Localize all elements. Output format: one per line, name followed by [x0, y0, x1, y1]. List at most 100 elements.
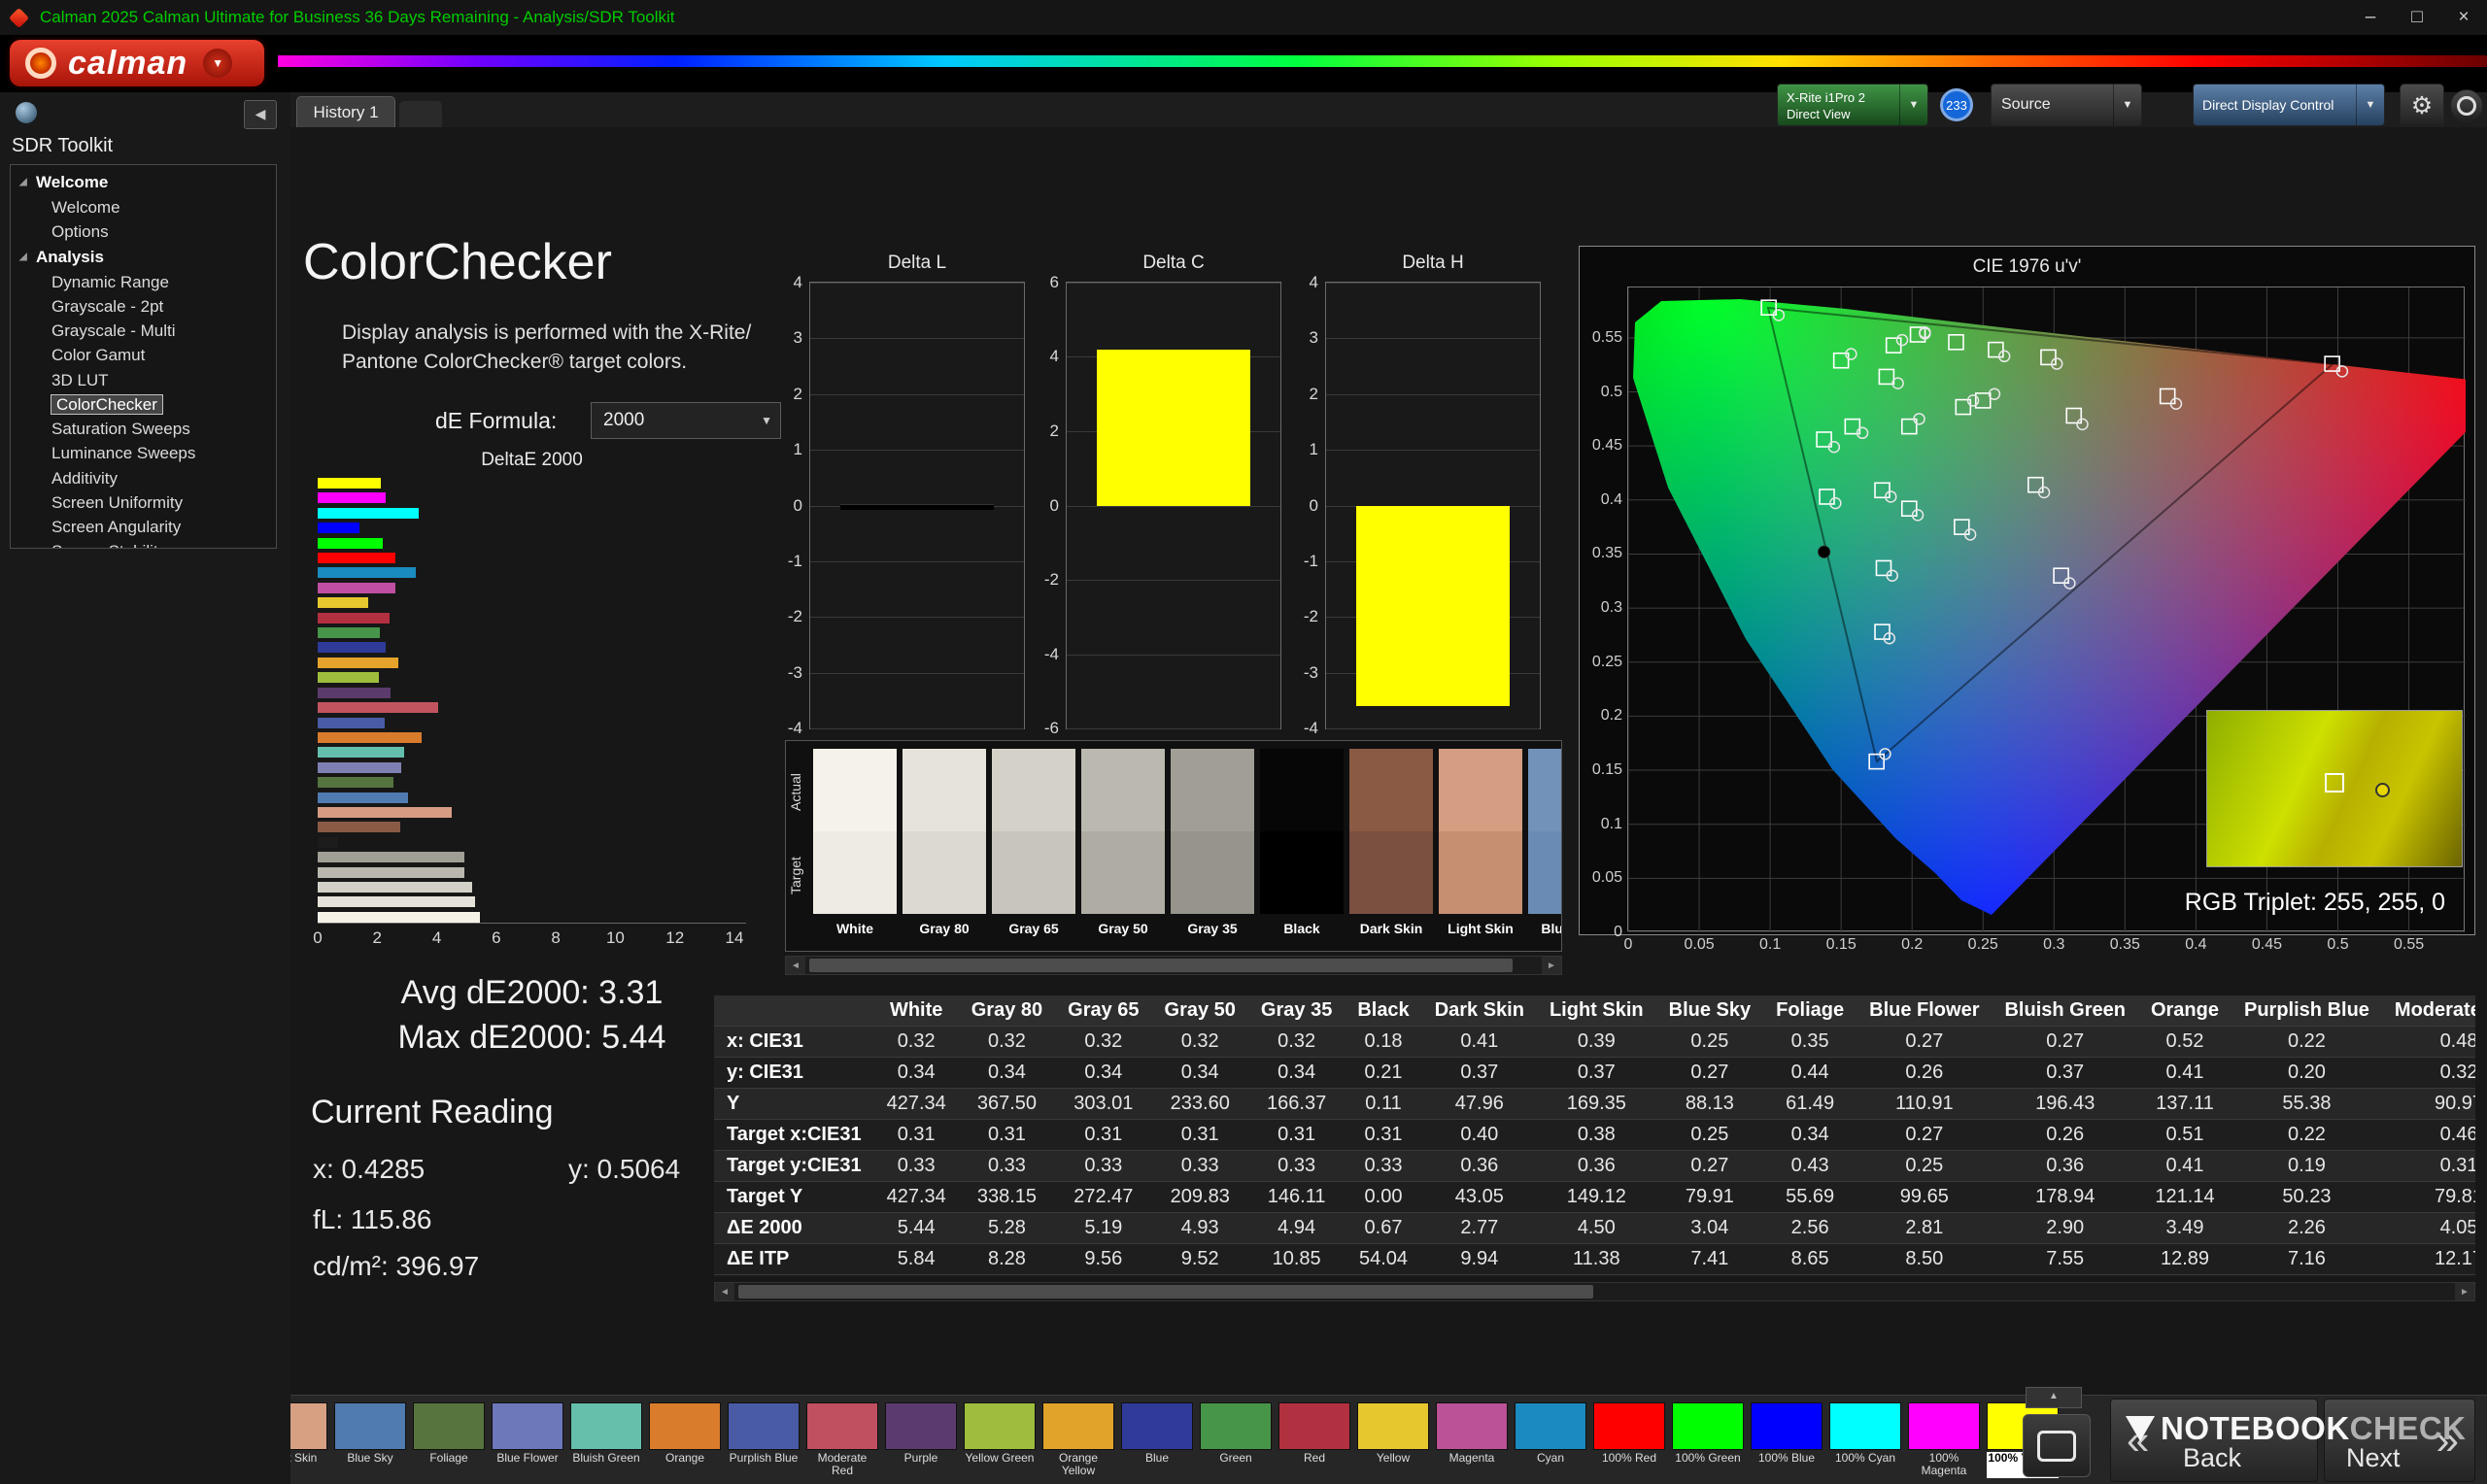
patch-button-red[interactable]: Red: [1278, 1402, 1350, 1478]
sidebar-item-welcome[interactable]: Welcome: [11, 195, 276, 219]
table-cell: 0.19: [2231, 1150, 2382, 1182]
de-formula-select[interactable]: 2000 ▼: [591, 402, 781, 439]
help-button[interactable]: [2450, 89, 2483, 122]
description-line-1: Display analysis is performed with the X…: [342, 321, 752, 344]
meter-count-badge[interactable]: 233: [1940, 88, 1973, 121]
patch-target-swatch: [813, 831, 897, 914]
sidebar-item-options[interactable]: Options: [11, 219, 276, 244]
patch-button-100-cyan[interactable]: 100% Cyan: [1829, 1402, 1901, 1478]
deltae-bar: [318, 672, 379, 684]
tab-history-1[interactable]: History 1: [296, 96, 395, 128]
patch-color: [570, 1402, 642, 1450]
table-cell: 0.32: [873, 1026, 959, 1058]
patch-button-cyan[interactable]: Cyan: [1515, 1402, 1586, 1478]
sidebar-item-colorchecker[interactable]: ColorChecker: [11, 392, 276, 417]
patch-button-purplish-blue[interactable]: Purplish Blue: [728, 1402, 800, 1478]
sidebar-item-dynamic-range[interactable]: Dynamic Range: [11, 270, 276, 294]
table-cell: 0.37: [1992, 1057, 2138, 1089]
patch-button-blue-sky[interactable]: Blue Sky: [334, 1402, 406, 1478]
patch-button-green[interactable]: Green: [1200, 1402, 1272, 1478]
scrollbar-thumb[interactable]: [809, 959, 1513, 972]
patch-button-100-magenta[interactable]: 100% Magenta: [1908, 1402, 1980, 1478]
table-cell: 0.33: [1345, 1150, 1422, 1182]
sidebar-item-grayscale-2pt[interactable]: Grayscale - 2pt: [11, 294, 276, 319]
patch-button-100-blue[interactable]: 100% Blue: [1751, 1402, 1823, 1478]
patch-name: Gray 65: [1008, 921, 1059, 936]
scroll-left-icon[interactable]: ◄: [786, 957, 805, 974]
maximize-button[interactable]: □: [2394, 0, 2440, 35]
patch-button-yellow[interactable]: Yellow: [1357, 1402, 1429, 1478]
minimize-button[interactable]: –: [2347, 0, 2394, 35]
close-button[interactable]: ×: [2440, 0, 2487, 35]
source-dropdown[interactable]: Source ▼: [1991, 84, 2142, 126]
patch-button-orange-yellow[interactable]: Orange Yellow: [1042, 1402, 1114, 1478]
scrollbar-thumb[interactable]: [738, 1285, 1593, 1298]
patch-name: Blue Sky: [1541, 921, 1561, 936]
back-button[interactable]: « Back: [2110, 1399, 2318, 1482]
next-button[interactable]: » Next: [2324, 1399, 2475, 1482]
sidebar-group-welcome: Welcome: [11, 170, 276, 195]
description-line-2: Pantone ColorChecker® target colors.: [342, 351, 688, 374]
deltae-bar: [318, 717, 386, 728]
patch-button-bluish-green[interactable]: Bluish Green: [570, 1402, 642, 1478]
patch-button-yellow-green[interactable]: Yellow Green: [964, 1402, 1036, 1478]
meter-dropdown[interactable]: X-Rite i1Pro 2 Direct View ▼: [1777, 84, 1928, 126]
patch-button-moderate-red[interactable]: Moderate Red: [806, 1402, 878, 1478]
patch-button-blue[interactable]: Blue: [1121, 1402, 1193, 1478]
patch-color: [1593, 1402, 1665, 1450]
settings-button[interactable]: ⚙: [2400, 84, 2444, 128]
patch-name: Gray 35: [1187, 921, 1238, 936]
scroll-right-icon[interactable]: ►: [2455, 1283, 2474, 1300]
patch-button-purple[interactable]: Purple: [885, 1402, 957, 1478]
sidebar-item-screen-angularity[interactable]: Screen Angularity: [11, 515, 276, 539]
sidebar-collapse-button[interactable]: ◀: [244, 100, 277, 129]
patch-button-100-green[interactable]: 100% Green: [1672, 1402, 1744, 1478]
patch-button-100-red[interactable]: 100% Red: [1593, 1402, 1665, 1478]
patch-tile-gray-80: Gray 80: [903, 749, 986, 936]
workflow-icon[interactable]: [16, 102, 37, 123]
patch-button-blue-flower[interactable]: Blue Flower: [492, 1402, 563, 1478]
patch-button-light-skin[interactable]: Light Skin: [290, 1402, 327, 1478]
table-column-header: Foliage: [1763, 995, 1857, 1027]
sidebar-item-color-gamut[interactable]: Color Gamut: [11, 343, 276, 367]
panel-expand-button[interactable]: ▲: [2026, 1387, 2082, 1408]
sidebar-item-screen-stability[interactable]: Screen Stability: [11, 539, 276, 548]
sidebar-item-luminance-sweeps[interactable]: Luminance Sweeps: [11, 441, 276, 465]
sidebar-item-grayscale-multi[interactable]: Grayscale - Multi: [11, 319, 276, 343]
table-scrollbar[interactable]: ◄ ►: [714, 1282, 2475, 1301]
window-layout-button[interactable]: [2023, 1414, 2091, 1477]
new-tab-stub[interactable]: [399, 101, 442, 127]
display-control-dropdown[interactable]: Direct Display Control ▼: [2193, 84, 2385, 126]
sidebar-item-screen-uniformity[interactable]: Screen Uniformity: [11, 490, 276, 515]
logo-menu-button[interactable]: ▼: [203, 49, 233, 78]
cie-black-marker: [1818, 545, 1831, 558]
patch-button-magenta[interactable]: Magenta: [1436, 1402, 1508, 1478]
sidebar-item-saturation-sweeps[interactable]: Saturation Sweeps: [11, 417, 276, 441]
table-cell: 0.37: [1421, 1057, 1537, 1089]
scroll-left-icon[interactable]: ◄: [715, 1283, 734, 1300]
table-cell: 272.47: [1055, 1181, 1152, 1213]
table-cell: 0.27: [1655, 1150, 1764, 1182]
sidebar-item-label: Grayscale - Multi: [51, 321, 176, 340]
table-cell: 0.31: [958, 1119, 1056, 1151]
sidebar-item-additivity[interactable]: Additivity: [11, 466, 276, 490]
axis-tick-label: 0.25: [1591, 653, 1622, 670]
chevron-down-icon: ▼: [2113, 84, 2141, 125]
patch-button-label: Purple: [903, 1452, 938, 1465]
sidebar-item-3d-lut[interactable]: 3D LUT: [11, 368, 276, 392]
table-cell: 90.97: [2381, 1088, 2475, 1120]
table-cell: 9.56: [1055, 1243, 1152, 1275]
axis-tick-label: 0.05: [1684, 936, 1715, 953]
table-cell: 0.31: [873, 1119, 959, 1151]
patch-button-orange[interactable]: Orange: [649, 1402, 721, 1478]
patch-strip-scrollbar[interactable]: ◄ ►: [785, 956, 1562, 975]
table-cell: 0.39: [1536, 1026, 1656, 1058]
deltae-bar: [318, 492, 387, 504]
patch-button-foliage[interactable]: Foliage: [413, 1402, 485, 1478]
table-cell: 169.35: [1536, 1088, 1656, 1120]
calman-logo[interactable]: calman ▼: [10, 40, 264, 86]
deltae-bar: [318, 836, 338, 848]
scroll-right-icon[interactable]: ►: [1542, 957, 1561, 974]
axis-tick-label: -1: [1303, 551, 1318, 570]
axis-tick-label: 6: [1049, 273, 1059, 291]
